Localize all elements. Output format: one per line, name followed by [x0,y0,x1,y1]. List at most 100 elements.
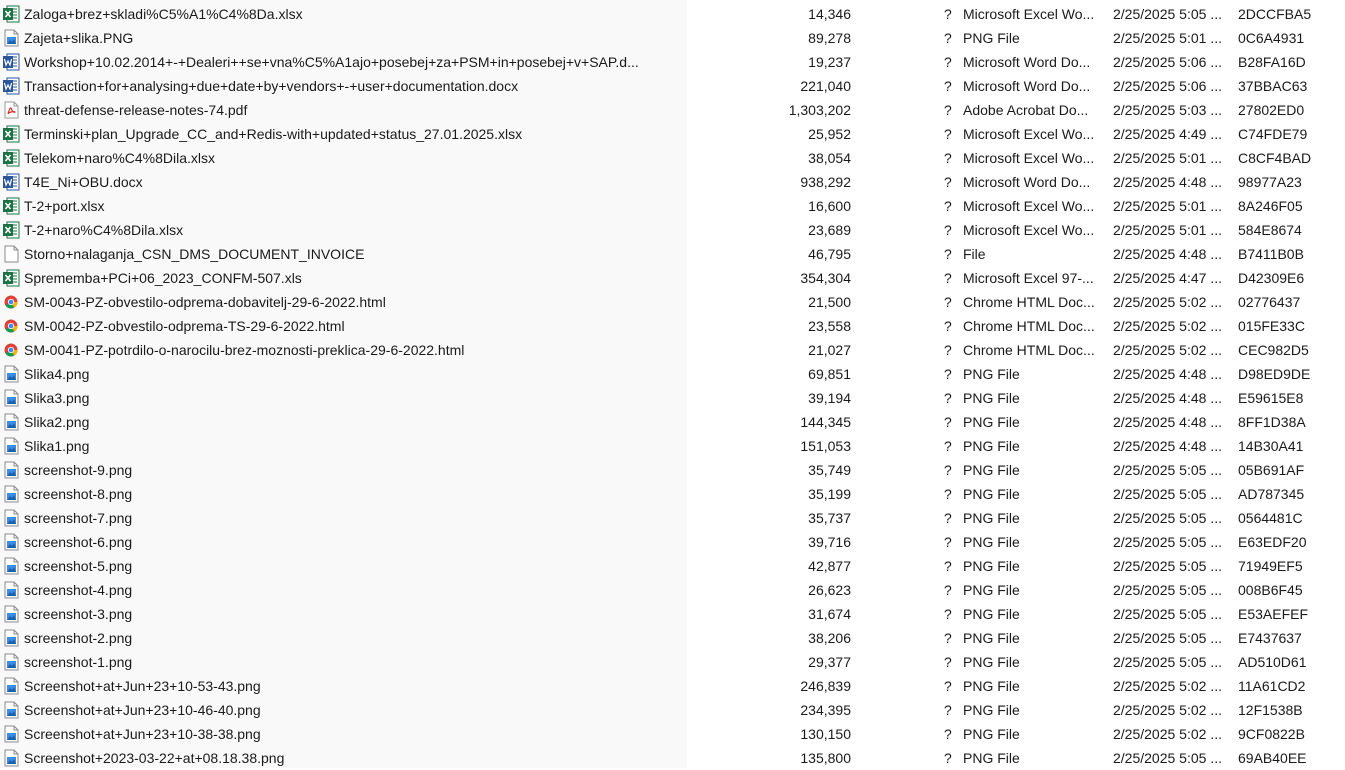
file-row[interactable]: Slika3.png 39,194? PNG File 2/25/2025 4:48 … [0,386,1345,410]
file-status: ? [944,318,952,334]
file-row[interactable]: screenshot-9.png 35,749? PNG File 2/25/2025… [0,458,1345,482]
file-row[interactable]: screenshot-4.png 26,623? PNG File 2/25/2025… [0,578,1345,602]
file-type: PNG File [963,438,1020,454]
chrome-icon [2,317,20,335]
file-row[interactable]: screenshot-2.png 38,206? PNG File 2/25/2025… [0,626,1345,650]
file-name: Slika4.png [24,366,90,382]
file-row[interactable]: T-2+naro%C4%8Dila.xlsx 23,689? Microsoft E… [0,218,1345,242]
file-modified: 2/25/2025 4:48 ... [1113,438,1222,454]
file-size: 38,206 [808,630,851,646]
file-row[interactable]: T-2+port.xlsx 16,600? Microsoft Excel Wo..… [0,194,1345,218]
file-row[interactable]: Sprememba+PCi+06_2023_CONFM-507.xls 354,3… [0,266,1345,290]
file-size: 19,237 [808,54,851,70]
file-row[interactable]: Terminski+plan_Upgrade_CC_and+Redis-with… [0,122,1345,146]
file-row[interactable]: Slika2.png 144,345? PNG File 2/25/2025 4:48… [0,410,1345,434]
file-row[interactable]: Zaloga+brez+skladi%C5%A1%C4%8Da.xlsx 14,3… [0,2,1345,26]
file-status: ? [944,246,952,262]
file-row[interactable]: Workshop+10.02.2014+-+Dealeri++se+vna%C5… [0,50,1345,74]
file-row[interactable]: SM-0042-PZ-obvestilo-odprema-TS-29-6-202… [0,314,1345,338]
file-size: 938,292 [800,174,851,190]
file-row[interactable]: Zajeta+slika.PNG 89,278? PNG File 2/25/2025… [0,26,1345,50]
file-row[interactable]: screenshot-7.png 35,737? PNG File 2/25/2025… [0,506,1345,530]
excel-icon [2,125,20,143]
file-modified: 2/25/2025 5:02 ... [1113,702,1222,718]
file-status: ? [944,174,952,190]
file-name: Storno+nalaganja_CSN_DMS_DOCUMENT_INVOIC… [24,246,365,262]
file-type: PNG File [963,750,1020,766]
file-row[interactable]: screenshot-1.png 29,377? PNG File 2/25/2025… [0,650,1345,674]
file-name: SM-0042-PZ-obvestilo-odprema-TS-29-6-202… [24,318,345,334]
file-modified: 2/25/2025 5:05 ... [1113,654,1222,670]
file-type: Microsoft Word Do... [963,54,1091,70]
file-crc: 71949EF5 [1238,558,1303,574]
file-row[interactable]: screenshot-8.png 35,199? PNG File 2/25/2025… [0,482,1345,506]
file-size: 21,027 [808,342,851,358]
file-modified: 2/25/2025 4:49 ... [1113,126,1222,142]
file-row[interactable]: SM-0043-PZ-obvestilo-odprema-dobavitelj-… [0,290,1345,314]
image-icon [2,653,20,671]
file-status: ? [944,438,952,454]
file-row[interactable]: Screenshot+at+Jun+23+10-38-38.png 130,150… [0,722,1345,746]
file-modified: 2/25/2025 5:01 ... [1113,30,1222,46]
file-row[interactable]: screenshot-5.png 42,877? PNG File 2/25/2025… [0,554,1345,578]
image-icon [2,485,20,503]
file-type: PNG File [963,414,1020,430]
file-modified: 2/25/2025 5:05 ... [1113,582,1222,598]
file-row[interactable]: Screenshot+2023-03-22+at+08.18.38.png 135… [0,746,1345,770]
file-row[interactable]: Screenshot+at+Jun+23+10-53-43.png 246,839… [0,674,1345,698]
excel-icon [2,221,20,239]
file-modified: 2/25/2025 5:01 ... [1113,150,1222,166]
file-row[interactable]: Slika4.png 69,851? PNG File 2/25/2025 4:48 … [0,362,1345,386]
file-name: screenshot-8.png [24,486,133,502]
image-icon [2,29,20,47]
file-row[interactable]: threat-defense-release-notes-74.pdf 1,303… [0,98,1345,122]
file-type: PNG File [963,510,1020,526]
file-row[interactable]: T4E_Ni+OBU.docx 938,292? Microsoft Word Do… [0,170,1345,194]
file-status: ? [944,150,952,166]
file-row[interactable]: Telekom+naro%C4%8Dila.xlsx 38,054? Microso… [0,146,1345,170]
file-type: Chrome HTML Doc... [963,318,1095,334]
file-status: ? [944,630,952,646]
chrome-icon [2,293,20,311]
file-name: screenshot-3.png [24,606,133,622]
file-modified: 2/25/2025 5:05 ... [1113,486,1222,502]
file-crc: C8CF4BAD [1238,150,1312,166]
file-crc: 0C6A4931 [1238,30,1305,46]
file-size: 16,600 [808,198,851,214]
file-size: 144,345 [800,414,851,430]
file-type: Chrome HTML Doc... [963,342,1095,358]
file-crc: 008B6F45 [1238,582,1303,598]
file-crc: 11A61CD2 [1238,678,1306,694]
image-icon [2,413,20,431]
file-row[interactable]: Screenshot+at+Jun+23+10-46-40.png 234,395… [0,698,1345,722]
file-crc: 05B691AF [1238,462,1305,478]
file-crc: 69AB40EE [1238,750,1307,766]
file-row[interactable]: Slika1.png 151,053? PNG File 2/25/2025 4:48… [0,434,1345,458]
file-status: ? [944,54,952,70]
file-row[interactable]: screenshot-3.png 31,674? PNG File 2/25/2025… [0,602,1345,626]
file-status: ? [944,270,952,286]
file-size: 35,199 [808,486,851,502]
file-row[interactable]: Storno+nalaganja_CSN_DMS_DOCUMENT_INVOIC… [0,242,1345,266]
file-modified: 2/25/2025 5:05 ... [1113,558,1222,574]
file-size: 35,737 [808,510,851,526]
file-row[interactable]: Transaction+for+analysing+due+date+by+ve… [0,74,1345,98]
file-size: 89,278 [808,30,851,46]
file-type: Chrome HTML Doc... [963,294,1095,310]
file-status: ? [944,582,952,598]
file-row[interactable]: SM-0041-PZ-potrdilo-o-narocilu-brez-mozn… [0,338,1345,362]
file-size: 38,054 [808,150,851,166]
file-crc: 015FE33C [1238,318,1305,334]
file-size: 354,304 [800,270,851,286]
file-row[interactable]: screenshot-6.png 39,716? PNG File 2/25/2025… [0,530,1345,554]
file-size: 39,194 [808,390,851,406]
file-type: Adobe Acrobat Do... [963,102,1089,118]
file-crc: 27802ED0 [1238,102,1305,118]
file-modified: 2/25/2025 5:02 ... [1113,342,1222,358]
image-icon [2,749,20,767]
file-status: ? [944,486,952,502]
file-modified: 2/25/2025 4:48 ... [1113,414,1222,430]
file-name: Zaloga+brez+skladi%C5%A1%C4%8Da.xlsx [24,6,303,22]
file-type: Microsoft Excel Wo... [963,222,1095,238]
excel-icon [2,197,20,215]
